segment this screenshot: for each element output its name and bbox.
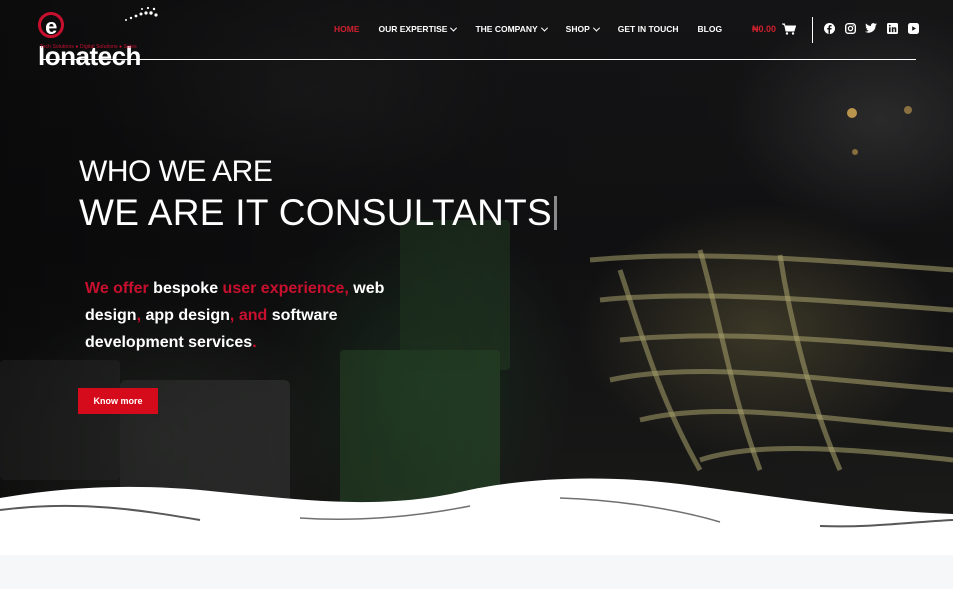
- youtube-icon[interactable]: [907, 22, 919, 34]
- hero-description: We offer bespoke user experience, web de…: [85, 275, 405, 356]
- chevron-down-icon: [540, 24, 548, 32]
- nav-label: OUR EXPERTISE: [378, 24, 448, 34]
- hero-pretitle: WHO WE ARE: [79, 155, 273, 188]
- facebook-icon[interactable]: [823, 22, 835, 34]
- desc-word: ,: [136, 307, 142, 324]
- cart-button[interactable]: ₦0.00: [752, 22, 797, 36]
- nav-label: BLOG: [697, 24, 723, 34]
- logo-tagline: Tech Solutions ● Digital Solutions ● Sal…: [40, 44, 137, 50]
- hero-section: elonatech Tech Solutions ● Digital Solut…: [0, 0, 953, 555]
- wave-divider: [0, 478, 953, 555]
- desc-word: We offer: [85, 280, 149, 297]
- logo-initial: e: [38, 12, 64, 39]
- desc-word: user experience,: [222, 280, 349, 297]
- nav-item-our-expertise[interactable]: OUR EXPERTISE: [378, 22, 458, 36]
- nav-label: GET IN TOUCH: [617, 24, 679, 34]
- linkedin-icon[interactable]: [886, 22, 898, 34]
- site-logo[interactable]: elonatech Tech Solutions ● Digital Solut…: [38, 6, 163, 71]
- header-divider: [812, 17, 813, 43]
- chevron-down-icon: [450, 24, 458, 32]
- typing-cursor: [553, 196, 557, 230]
- nav-label: SHOP: [565, 24, 590, 34]
- nav-item-the-company[interactable]: THE COMPANY: [475, 22, 548, 36]
- social-links: [823, 22, 919, 34]
- hero-title-text: WE ARE IT CONSULTANTS: [79, 192, 552, 233]
- nav-item-home[interactable]: HOME: [334, 22, 360, 36]
- nav-item-get-in-touch[interactable]: GET IN TOUCH: [618, 22, 679, 36]
- hero-title: WE ARE IT CONSULTANTS: [79, 192, 557, 234]
- chevron-down-icon: [592, 24, 600, 32]
- nav-label: THE COMPANY: [475, 24, 538, 34]
- instagram-icon[interactable]: [844, 22, 856, 34]
- twitter-icon[interactable]: [865, 22, 877, 34]
- nav-label: HOME: [334, 24, 360, 34]
- desc-word: .: [252, 334, 257, 351]
- site-header: elonatech Tech Solutions ● Digital Solut…: [0, 0, 953, 71]
- header-underline: [40, 59, 916, 60]
- desc-word: bespoke: [153, 280, 219, 297]
- desc-word: ,: [229, 307, 235, 324]
- logo-dots-icon: [125, 6, 158, 21]
- know-more-button[interactable]: Know more: [78, 388, 158, 414]
- nav-item-blog[interactable]: BLOG: [698, 22, 723, 36]
- desc-word: app design: [145, 307, 230, 324]
- desc-word: and: [238, 307, 268, 324]
- nav-item-shop[interactable]: SHOP: [565, 22, 600, 36]
- cart-amount: ₦0.00: [752, 24, 777, 34]
- cart-icon: [782, 23, 797, 35]
- main-navigation: HOME OUR EXPERTISE THE COMPANY SHOP GET …: [334, 22, 741, 36]
